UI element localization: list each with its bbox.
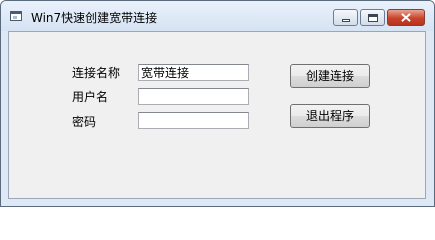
username-input[interactable] bbox=[138, 88, 249, 105]
title-bar[interactable]: Win7快速创建宽带连接 bbox=[1, 1, 434, 31]
client-area: 连接名称 用户名 密码 创建连接 退出程序 bbox=[8, 31, 426, 199]
password-label: 密码 bbox=[72, 115, 97, 129]
password-input[interactable] bbox=[138, 112, 249, 129]
window-app-icon[interactable] bbox=[10, 11, 22, 21]
app-window: Win7快速创建宽带连接 连接名称 用户名 密码 创建连接 退出程序 bbox=[0, 0, 435, 207]
caption-buttons bbox=[331, 9, 425, 26]
maximize-button[interactable] bbox=[360, 9, 385, 26]
username-label: 用户名 bbox=[72, 90, 109, 104]
maximize-icon bbox=[368, 14, 378, 22]
minimize-icon bbox=[342, 19, 350, 22]
exit-program-button[interactable]: 退出程序 bbox=[290, 104, 370, 128]
close-icon bbox=[401, 13, 411, 22]
connection-name-input[interactable] bbox=[138, 64, 249, 81]
minimize-button[interactable] bbox=[333, 9, 358, 26]
window-title: Win7快速创建宽带连接 bbox=[31, 11, 158, 25]
connection-name-label: 连接名称 bbox=[72, 66, 121, 80]
create-connection-button[interactable]: 创建连接 bbox=[290, 64, 370, 88]
close-button[interactable] bbox=[387, 9, 425, 26]
